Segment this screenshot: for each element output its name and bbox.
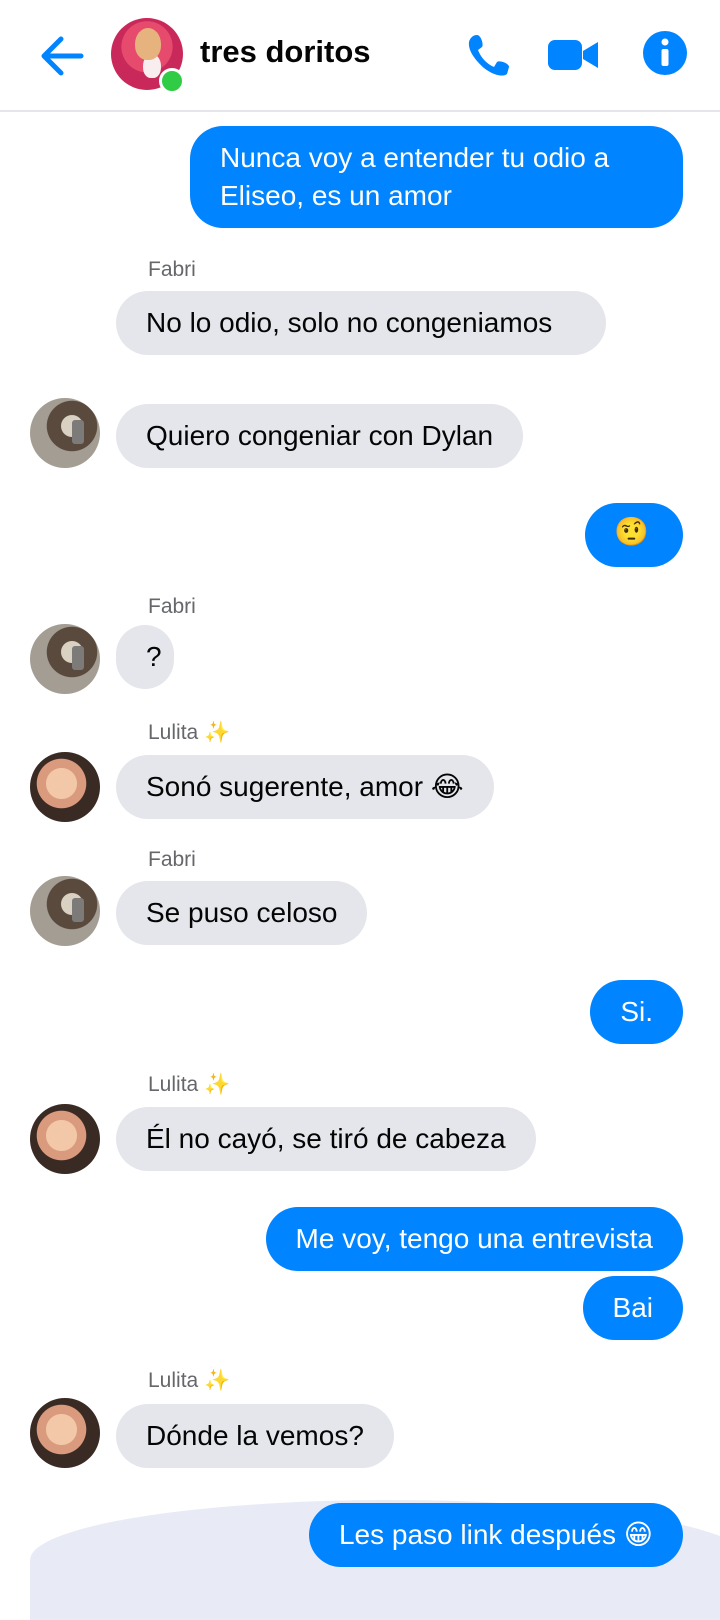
- avatar-lulita[interactable]: [30, 752, 100, 822]
- chat-title[interactable]: tres doritos: [200, 34, 371, 70]
- message-bubble-incoming[interactable]: ?: [116, 625, 174, 689]
- sender-name-lulita: Lulita ✨: [148, 721, 231, 744]
- message-bubble-outgoing[interactable]: 🤨: [585, 503, 683, 567]
- sender-name-fabri: Fabri: [148, 848, 196, 871]
- message-bubble-incoming[interactable]: Se puso celoso: [116, 881, 368, 945]
- raised-eyebrow-emoji: 🤨: [614, 516, 649, 547]
- avatar-fabri[interactable]: [30, 876, 100, 946]
- message-bubble-outgoing[interactable]: Me voy, tengo una entrevista: [265, 1207, 683, 1271]
- avatar-fabri[interactable]: [30, 398, 100, 468]
- message-bubble-incoming[interactable]: Él no cayó, se tiró de cabeza: [116, 1107, 536, 1171]
- message-bubble-incoming[interactable]: Dónde la vemos?: [116, 1404, 394, 1468]
- dog-avatar-image: [135, 28, 161, 60]
- avatar-fabri[interactable]: [30, 624, 100, 694]
- message-bubble-outgoing[interactable]: Si.: [590, 980, 683, 1044]
- avatar-lulita[interactable]: [30, 1104, 100, 1174]
- video-camera-icon[interactable]: [546, 30, 600, 78]
- avatar-lulita[interactable]: [30, 1398, 100, 1468]
- phone-icon[interactable]: [464, 30, 514, 80]
- sender-name-lulita: Lulita ✨: [148, 1369, 231, 1392]
- chat-header: tres doritos: [0, 0, 720, 112]
- sender-name-fabri: Fabri: [148, 258, 196, 281]
- message-bubble-outgoing[interactable]: Les paso link después 😁: [308, 1503, 683, 1567]
- sender-name-lulita: Lulita ✨: [148, 1073, 231, 1096]
- message-bubble-outgoing[interactable]: Bai: [582, 1276, 683, 1340]
- message-bubble-outgoing[interactable]: Nunca voy a entender tu odio a Eliseo, e…: [190, 126, 683, 228]
- info-icon[interactable]: [642, 30, 688, 76]
- message-bubble-incoming[interactable]: Quiero congeniar con Dylan: [116, 404, 524, 468]
- sender-name-fabri: Fabri: [148, 595, 196, 618]
- message-bubble-incoming[interactable]: Sonó sugerente, amor 😂: [116, 755, 494, 819]
- back-arrow-icon[interactable]: [38, 34, 86, 78]
- online-status-dot: [159, 68, 185, 94]
- message-bubble-incoming[interactable]: No lo odio, solo no congeniamos: [116, 291, 606, 355]
